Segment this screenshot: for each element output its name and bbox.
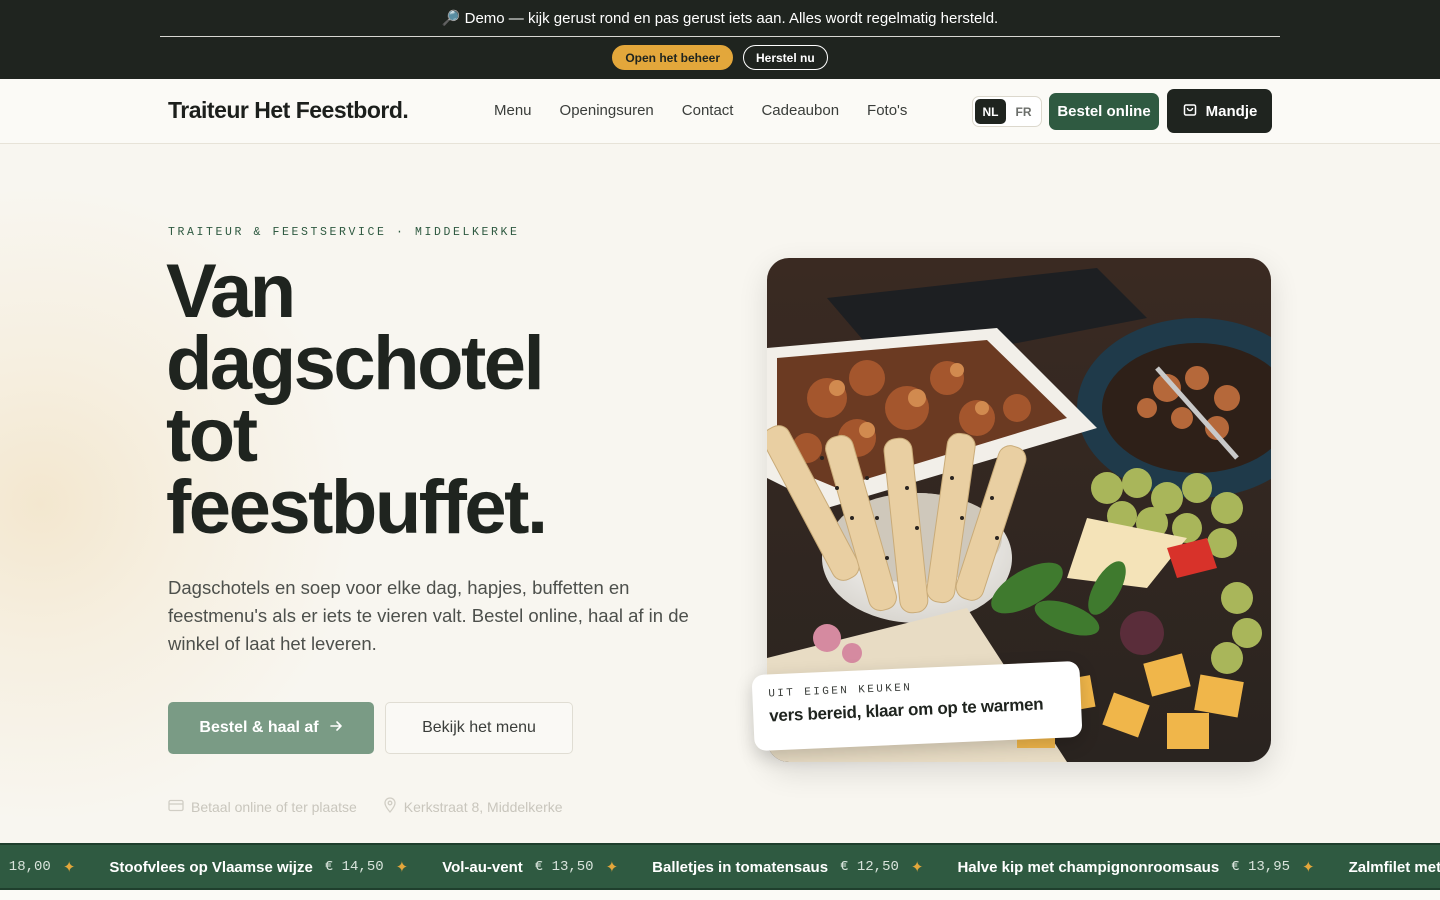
cart-button[interactable]: Mandje: [1167, 89, 1272, 133]
demo-banner: 🔎 Demo — kijk gerust rond en pas gerust …: [0, 0, 1440, 79]
ticker-item-name: Vol-au-vent: [442, 858, 523, 876]
star-separator-icon: ✦: [62, 859, 76, 876]
shopping-bag-icon: [1182, 101, 1198, 121]
hero-section: TRAITEUR & FEESTSERVICE · MIDDELKERKE Va…: [0, 144, 1440, 844]
ticker-item: Stoofvlees op Vlaamse wijze € 14,50 ✦: [109, 858, 409, 877]
photo-caption-card: UIT EIGEN KEUKEN vers bereid, klaar om o…: [751, 660, 1083, 752]
hero-description: Dagschotels en soep voor elke dag, hapje…: [168, 577, 689, 654]
nav-link-openingsuren[interactable]: Openingsuren: [560, 102, 654, 119]
ticker-item-price: € 12,50: [840, 859, 899, 875]
main-navbar: Traiteur Het Feestbord. Menu Openingsure…: [0, 79, 1440, 144]
order-pickup-label: Bestel & haal af: [199, 719, 319, 736]
ticker-item-name: Zalmfilet met: [1348, 858, 1440, 876]
arrow-right-icon: [329, 719, 343, 738]
nav-links: Menu Openingsuren Contact Cadeaubon Foto…: [494, 102, 907, 119]
language-switcher: NL FR: [972, 96, 1042, 127]
ticker-item-name: Balletjes in tomatensaus: [652, 858, 829, 876]
address-fact-text: Kerkstraat 8, Middelkerke: [403, 798, 563, 815]
ticker-item-name: Stoofvlees op Vlaamse wijze: [109, 858, 313, 876]
payment-fact: Betaal online of ter plaatse: [168, 797, 357, 816]
nav-link-cadeaubon[interactable]: Cadeaubon: [761, 102, 839, 119]
language-option-fr[interactable]: FR: [1008, 99, 1039, 124]
demo-divider: [160, 36, 1280, 37]
nav-link-menu[interactable]: Menu: [494, 102, 532, 119]
ticker-item: Vol-au-vent € 13,50 ✦: [442, 858, 619, 877]
cart-label: Mandje: [1205, 102, 1258, 120]
demo-actions: Open het beheer Herstel nu: [0, 45, 1440, 70]
payment-fact-text: Betaal online of ter plaatse: [191, 798, 357, 815]
ticker-item-price: € 14,50: [324, 859, 384, 875]
ticker-item: Balletjes in tomatensaus € 12,50 ✦: [652, 858, 924, 877]
order-pickup-button[interactable]: Bestel & haal af: [168, 702, 374, 754]
ticker-item: Zalmfilet met: [1349, 859, 1440, 876]
address-fact: Kerkstraat 8, Middelkerke: [383, 797, 563, 816]
star-separator-icon: ✦: [395, 859, 409, 876]
site-logo[interactable]: Traiteur Het Feestbord.: [168, 97, 409, 124]
star-separator-icon: ✦: [910, 859, 924, 876]
menu-ticker: € 18,00 ✦ Stoofvlees op Vlaamse wijze € …: [0, 843, 1440, 890]
hero-headline: Van dagschotel tot feestbuffet.: [166, 249, 746, 550]
star-separator-icon: ✦: [1302, 859, 1315, 876]
ticker-item-price: € 18,00: [0, 859, 51, 875]
ticker-item-price: € 13,50: [534, 859, 594, 875]
map-pin-icon: [383, 797, 397, 816]
open-admin-button[interactable]: Open het beheer: [612, 45, 733, 70]
order-online-button[interactable]: Bestel online: [1049, 93, 1159, 130]
nav-link-fotos[interactable]: Foto's: [867, 102, 907, 119]
ticker-track: € 18,00 ✦ Stoofvlees op Vlaamse wijze € …: [0, 858, 1440, 877]
hero-facts: Betaal online of ter plaatse Kerkstraat …: [168, 797, 563, 816]
page-bottom-edge: [0, 890, 1440, 900]
hero-eyebrow: TRAITEUR & FEESTSERVICE · MIDDELKERKE: [168, 226, 520, 239]
ticker-item-name: Halve kip met champignonroomsaus: [957, 858, 1220, 876]
language-option-nl[interactable]: NL: [975, 99, 1006, 124]
view-menu-button[interactable]: Bekijk het menu: [385, 702, 573, 754]
ticker-item: Halve kip met champignonroomsaus € 13,95…: [957, 858, 1315, 877]
headline-line: feestbuffet.: [166, 465, 548, 550]
headline-line: dagschotel: [166, 321, 545, 406]
star-separator-icon: ✦: [605, 859, 619, 876]
demo-message: 🔎 Demo — kijk gerust rond en pas gerust …: [441, 10, 999, 27]
ticker-item: € 18,00 ✦: [0, 858, 75, 876]
credit-card-icon: [168, 799, 184, 815]
nav-link-contact[interactable]: Contact: [682, 102, 734, 119]
headline-line: tot: [166, 393, 258, 478]
reset-demo-button[interactable]: Herstel nu: [743, 45, 828, 70]
headline-line: Van: [166, 249, 296, 334]
ticker-item-price: € 13,95: [1231, 859, 1290, 875]
